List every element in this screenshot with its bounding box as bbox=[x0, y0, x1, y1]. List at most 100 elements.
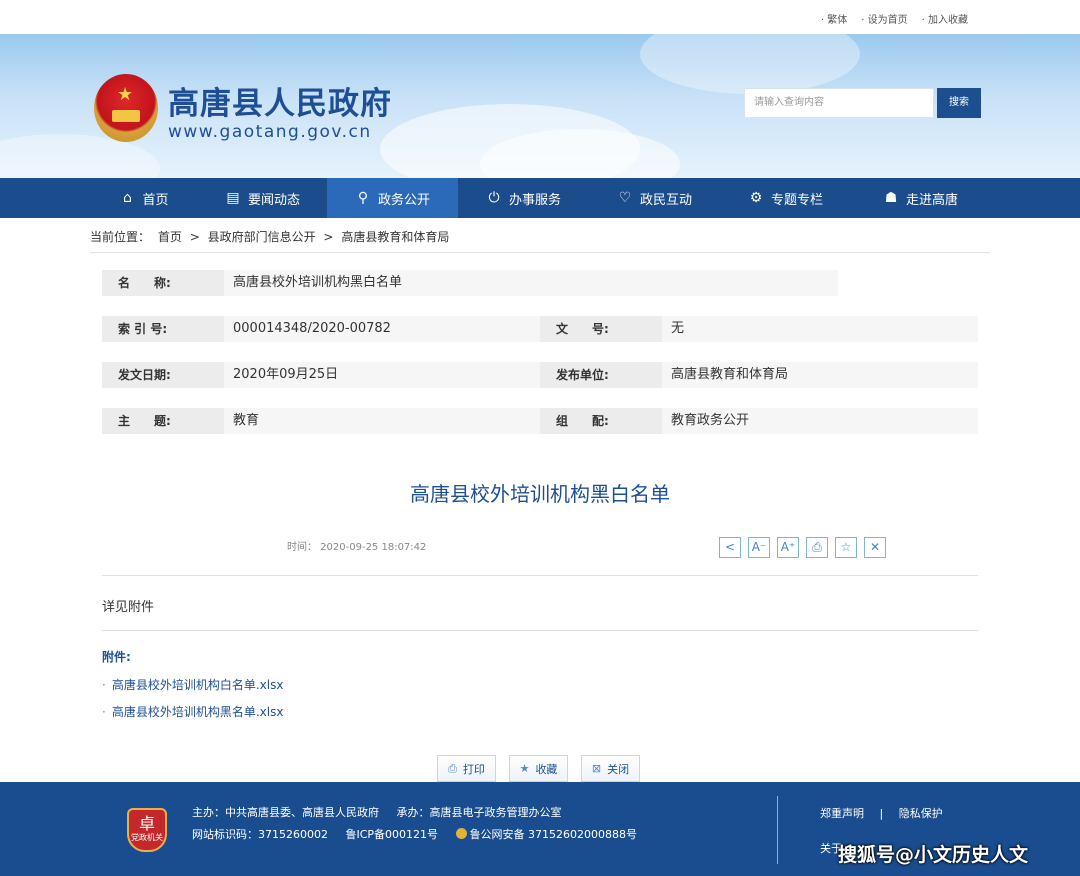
nav-item-services[interactable]: ⏻ 办事服务 bbox=[458, 178, 589, 218]
index-label: 索 引 号: bbox=[102, 316, 224, 342]
topic-label: 主 题: bbox=[102, 408, 224, 434]
breadcrumb-separator: > bbox=[323, 230, 334, 244]
article-toolbar: < A⁻ A⁺ ⎙ ☆ ✕ bbox=[719, 537, 886, 558]
search-icon: ⚲ bbox=[357, 190, 369, 206]
doc-number-value: 无 bbox=[662, 316, 978, 342]
article-body: 详见附件 bbox=[102, 600, 155, 615]
breadcrumb: 当前位置： 首页 > 县政府部门信息公开 > 高唐县教育和体育局 bbox=[90, 228, 453, 245]
nav-item-interaction[interactable]: ♡ 政民互动 bbox=[589, 178, 720, 218]
print-button[interactable]: ⎙ 打印 bbox=[437, 755, 496, 782]
print-icon[interactable]: ⎙ bbox=[806, 537, 828, 558]
site-url: www.gaotang.gov.cn bbox=[168, 122, 372, 142]
home-icon: ⌂ bbox=[123, 190, 132, 206]
search-input[interactable]: 请输入查询内容 bbox=[744, 88, 934, 118]
set-homepage-link[interactable]: · 设为首页 bbox=[861, 11, 907, 26]
breadcrumb-home[interactable]: 首页 bbox=[158, 230, 182, 244]
breadcrumb-divider bbox=[90, 252, 990, 253]
nav-item-topics[interactable]: ⚙ 专题专栏 bbox=[720, 178, 851, 218]
nav-label: 首页 bbox=[142, 192, 169, 208]
group-icon: ☗ bbox=[884, 190, 898, 206]
divider bbox=[102, 575, 978, 576]
icp-link[interactable]: 鲁ICP备000121号 bbox=[346, 828, 439, 841]
statement-link[interactable]: 郑重声明 bbox=[820, 807, 864, 820]
breadcrumb-prefix: 当前位置： bbox=[90, 230, 151, 244]
sponsor-text: 主办：中共高唐县委、高唐县人民政府 bbox=[192, 806, 379, 819]
breadcrumb-education-bureau[interactable]: 高唐县教育和体育局 bbox=[341, 230, 449, 244]
watermark: 搜狐号@小文历史人文 bbox=[838, 844, 1029, 866]
action-buttons: ⎙ 打印 ★ 收藏 ⊠ 关闭 bbox=[437, 755, 640, 782]
category-value: 教育政务公开 bbox=[662, 408, 978, 434]
footer-links: 郑重声明 | 隐私保护 bbox=[820, 805, 943, 821]
attachment-link[interactable]: · 高唐县校外培训机构黑名单.xlsx bbox=[102, 703, 283, 720]
breadcrumb-separator: > bbox=[189, 230, 200, 244]
privacy-link[interactable]: 隐私保护 bbox=[899, 807, 943, 820]
index-value: 000014348/2020-00782 bbox=[224, 316, 540, 342]
attachments-title: 附件: bbox=[102, 650, 131, 664]
close-box-icon: ⊠ bbox=[591, 762, 602, 775]
doc-number-label: 文 号: bbox=[540, 316, 662, 342]
attachment-filename: 高唐县校外培训机构白名单.xlsx bbox=[111, 678, 284, 692]
header-banner: ★ 高唐县人民政府 www.gaotang.gov.cn 请输入查询内容 搜索 bbox=[0, 34, 1080, 178]
printer-icon: ⎙ bbox=[448, 761, 457, 775]
breadcrumb-dept-disclosure[interactable]: 县政府部门信息公开 bbox=[208, 230, 316, 244]
document-icon: ▤ bbox=[226, 190, 240, 206]
gear-icon: ⚙ bbox=[749, 190, 763, 206]
site-id-text: 网站标识码：3715260002 bbox=[192, 828, 328, 841]
national-emblem-icon[interactable]: ★ bbox=[94, 74, 158, 142]
category-label: 组 配: bbox=[540, 408, 662, 434]
organizer-text: 承办：高唐县电子政务管理办公室 bbox=[396, 806, 562, 819]
traditional-chinese-link[interactable]: · 繁体 bbox=[821, 11, 847, 26]
print-label: 打印 bbox=[462, 762, 485, 776]
publish-time: 时间： 2020-09-25 18:07:42 bbox=[287, 542, 427, 553]
link-separator: | bbox=[879, 807, 884, 820]
attachment-link[interactable]: · 高唐县校外培训机构白名单.xlsx bbox=[102, 676, 283, 693]
nav-item-gov-affairs[interactable]: ⚲ 政务公开 bbox=[327, 178, 458, 218]
nav-label: 政民互动 bbox=[639, 192, 692, 208]
close-button[interactable]: ⊠ 关闭 bbox=[581, 755, 640, 782]
share-icon[interactable]: < bbox=[719, 537, 741, 558]
favorite-label: 收藏 bbox=[535, 762, 558, 776]
issue-date-value: 2020年09月25日 bbox=[224, 362, 540, 388]
police-record-link[interactable]: 鲁公网安备 37152602000888号 bbox=[455, 828, 637, 841]
heart-icon: ♡ bbox=[618, 190, 632, 206]
add-favorite-link[interactable]: · 加入收藏 bbox=[922, 11, 968, 26]
footer-divider bbox=[777, 796, 778, 864]
badge-text: 党政机关 bbox=[131, 833, 163, 842]
nav-label: 办事服务 bbox=[508, 192, 561, 208]
nav-label: 专题专栏 bbox=[770, 192, 823, 208]
favorite-button[interactable]: ★ 收藏 bbox=[509, 755, 568, 782]
font-decrease-icon[interactable]: A⁻ bbox=[748, 537, 770, 558]
utility-links: · 繁体 · 设为首页 · 加入收藏 bbox=[821, 11, 968, 26]
nav-item-news[interactable]: ▤ 要闻动态 bbox=[198, 178, 327, 218]
nav-item-home[interactable]: ⌂ 首页 bbox=[90, 178, 198, 218]
issue-date-label: 发文日期: bbox=[102, 362, 224, 388]
footer-id-row: 网站标识码：3715260002 鲁ICP备000121号 鲁公网安备 3715… bbox=[192, 826, 651, 842]
publisher-value: 高唐县教育和体育局 bbox=[662, 362, 978, 388]
name-value: 高唐县校外培训机构黑白名单 bbox=[224, 270, 838, 296]
main-nav: ⌂ 首页 ▤ 要闻动态 ⚲ 政务公开 ⏻ 办事服务 ♡ 政民互动 ⚙ 专题专栏 … bbox=[0, 178, 1080, 218]
close-icon[interactable]: ✕ bbox=[864, 537, 886, 558]
search-button[interactable]: 搜索 bbox=[937, 88, 981, 118]
nav-label: 要闻动态 bbox=[247, 192, 300, 208]
nav-label: 走进高唐 bbox=[905, 192, 958, 208]
font-increase-icon[interactable]: A⁺ bbox=[777, 537, 799, 558]
power-icon: ⏻ bbox=[488, 190, 500, 206]
close-label: 关闭 bbox=[607, 762, 630, 776]
article-title: 高唐县校外培训机构黑白名单 bbox=[410, 482, 670, 506]
bullet: · bbox=[102, 705, 106, 719]
nav-label: 政务公开 bbox=[377, 192, 430, 208]
star-icon: ★ bbox=[519, 762, 530, 775]
footer-sponsor-row: 主办：中共高唐县委、高唐县人民政府 承办：高唐县电子政务管理办公室 bbox=[192, 804, 576, 820]
attachment-filename: 高唐县校外培训机构黑名单.xlsx bbox=[111, 705, 284, 719]
topic-value: 教育 bbox=[224, 408, 540, 434]
site-title[interactable]: 高唐县人民政府 bbox=[168, 78, 392, 123]
publisher-label: 发布单位: bbox=[540, 362, 662, 388]
police-badge-icon bbox=[455, 828, 467, 839]
utility-bar: · 繁体 · 设为首页 · 加入收藏 bbox=[0, 0, 1080, 34]
nav-item-about-gaotang[interactable]: ☗ 走进高唐 bbox=[851, 178, 990, 218]
bullet: · bbox=[102, 678, 106, 692]
party-gov-badge-icon[interactable]: 卓 党政机关 bbox=[127, 808, 167, 852]
name-label: 名 称: bbox=[102, 270, 224, 296]
divider bbox=[102, 630, 978, 631]
favorite-icon[interactable]: ☆ bbox=[835, 537, 857, 558]
